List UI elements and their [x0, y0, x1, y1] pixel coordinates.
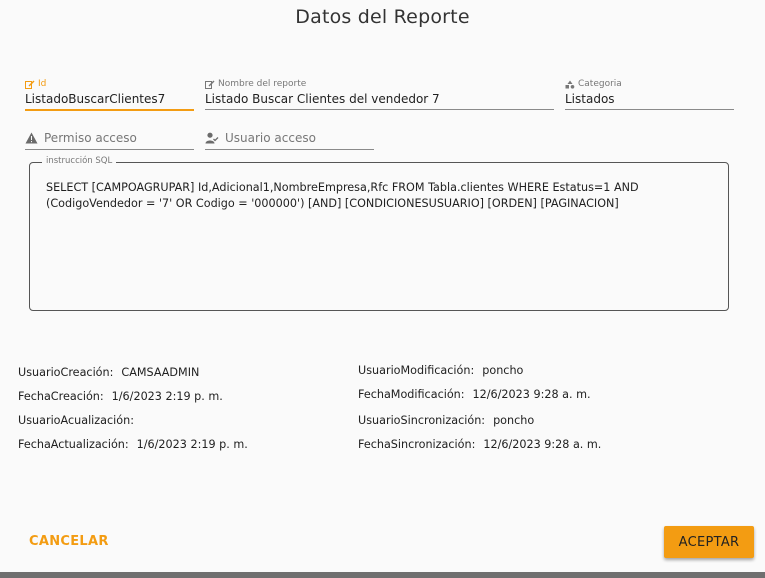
- category-label: Categoria: [578, 79, 622, 89]
- id-input[interactable]: [25, 90, 194, 111]
- dialog-title: Datos del Reporte: [295, 6, 470, 28]
- sql-label: instrucción SQL: [42, 156, 117, 166]
- permission-input[interactable]: [44, 131, 194, 145]
- meta-fecha-modificacion: FechaModificación: 12/6/2023 9:28 a. m.: [358, 388, 591, 401]
- edit-note-icon: [25, 80, 35, 89]
- category-field[interactable]: Categoria: [565, 78, 734, 110]
- meta-usuario-sincronizacion: UsuarioSincronización: poncho: [358, 414, 535, 427]
- sql-text[interactable]: SELECT [CAMPOAGRUPAR] Id,Adicional1,Nomb…: [46, 180, 716, 212]
- category-input[interactable]: [565, 90, 734, 110]
- cancel-button[interactable]: CANCELAR: [29, 534, 109, 549]
- report-name-label: Nombre del reporte: [218, 79, 307, 89]
- sql-textarea[interactable]: instrucción SQL SELECT [CAMPOAGRUPAR] Id…: [29, 156, 729, 311]
- user-access-field[interactable]: [205, 128, 374, 150]
- report-name-field[interactable]: Nombre del reporte: [205, 78, 554, 110]
- user-access-input[interactable]: [225, 131, 374, 145]
- edit-note-icon: [205, 80, 215, 89]
- permission-field[interactable]: [25, 128, 194, 150]
- meta-usuario-modificacion: UsuarioModificación: poncho: [358, 364, 524, 377]
- meta-fecha-sincronizacion: FechaSincronización: 12/6/2023 9:28 a. m.: [358, 438, 602, 451]
- user-check-icon: [205, 132, 219, 144]
- id-field[interactable]: Id: [25, 78, 194, 111]
- window-bottom-edge: [0, 572, 765, 578]
- accept-button[interactable]: ACEPTAR: [664, 526, 754, 558]
- meta-fecha-creacion: FechaCreación: 1/6/2023 2:19 p. m.: [18, 390, 223, 403]
- warning-icon: [25, 132, 38, 144]
- report-name-input[interactable]: [205, 90, 554, 110]
- category-icon: [565, 80, 575, 89]
- meta-fecha-actualizacion: FechaActualización: 1/6/2023 2:19 p. m.: [18, 438, 248, 451]
- id-label: Id: [38, 79, 47, 89]
- meta-usuario-actualizacion: UsuarioAcualización:: [18, 414, 134, 427]
- meta-usuario-creacion: UsuarioCreación: CAMSAADMIN: [18, 366, 200, 379]
